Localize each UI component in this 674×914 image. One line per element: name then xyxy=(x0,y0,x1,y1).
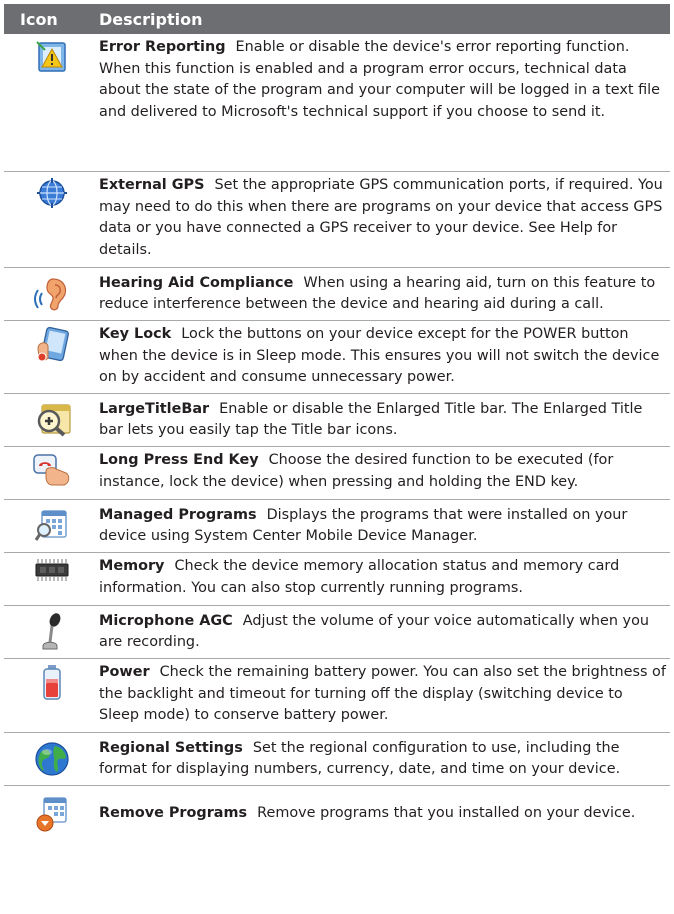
table-row: Long Press End Key Choose the desired fun… xyxy=(4,447,670,500)
setting-name: External GPS xyxy=(99,177,205,193)
table-row: Managed Programs Displays the programs th… xyxy=(4,500,670,553)
setting-name: Memory xyxy=(99,558,165,574)
row-description: Long Press End Key Choose the desired fun… xyxy=(99,447,670,496)
remove-programs-icon xyxy=(36,797,67,832)
header-icon: Icon xyxy=(20,9,58,29)
setting-name: Managed Programs xyxy=(99,506,257,523)
globe-icon xyxy=(34,742,69,776)
external-gps-icon xyxy=(36,178,67,208)
row-description: Managed Programs Displays the programs th… xyxy=(99,502,670,551)
row-description: Memory Check the device memory allocation… xyxy=(99,553,670,602)
setting-name: Regional Settings xyxy=(99,739,243,756)
setting-text: Remove programs that you installed on yo… xyxy=(257,805,636,822)
row-description: Hearing Aid Compliance When using a heari… xyxy=(99,270,670,319)
error-reporting-icon xyxy=(35,41,66,72)
row-description: Microphone AGC Adjust the volume of your … xyxy=(99,608,670,657)
row-description: Power Check the remaining battery power. … xyxy=(99,659,670,730)
table-row: Microphone AGC Adjust the volume of your … xyxy=(4,606,670,659)
large-title-bar-icon xyxy=(37,404,71,437)
memory-icon xyxy=(35,559,68,581)
setting-name: Microphone AGC xyxy=(99,612,233,629)
setting-name: Hearing Aid Compliance xyxy=(99,274,294,291)
setting-name: Key Lock xyxy=(99,326,172,342)
setting-name: Remove Programs xyxy=(99,805,248,822)
table-row: Error Reporting Enable or disable the dev… xyxy=(4,34,670,172)
table-row: Hearing Aid Compliance When using a heari… xyxy=(4,268,670,321)
row-description: Error Reporting Enable or disable the dev… xyxy=(99,34,670,126)
managed-programs-icon xyxy=(34,510,67,541)
table-header: Icon Description xyxy=(4,4,670,34)
row-description: Key Lock Lock the buttons on your device … xyxy=(99,321,670,392)
microphone-icon xyxy=(42,613,60,650)
table-row: Regional Settings Set the regional config… xyxy=(4,733,670,786)
setting-text: Check the remaining battery power. You c… xyxy=(99,664,666,723)
table-row: External GPS Set the appropriate GPS comm… xyxy=(4,172,670,268)
table-row: Power Check the remaining battery power. … xyxy=(4,659,670,733)
table-row: Memory Check the device memory allocation… xyxy=(4,553,670,606)
setting-name: Power xyxy=(99,664,150,680)
setting-name: Error Reporting xyxy=(99,39,226,55)
setting-name: LargeTitleBar xyxy=(99,400,210,417)
table-row: Remove Programs Remove programs that you … xyxy=(4,786,670,842)
table-row: LargeTitleBar Enable or disable the Enlar… xyxy=(4,394,670,447)
table-row: Key Lock Lock the buttons on your device … xyxy=(4,321,670,394)
battery-icon xyxy=(42,665,61,700)
long-press-end-key-icon xyxy=(32,454,69,486)
row-description: Regional Settings Set the regional config… xyxy=(99,735,670,784)
key-lock-icon xyxy=(36,327,69,362)
setting-text: Lock the buttons on your device except f… xyxy=(99,326,660,385)
settings-icon-table: Icon Description Error Reporting Enable o… xyxy=(4,4,670,842)
header-description: Description xyxy=(99,9,203,29)
row-description: LargeTitleBar Enable or disable the Enlar… xyxy=(99,396,670,445)
setting-text: Check the device memory allocation statu… xyxy=(99,558,620,596)
setting-name: Long Press End Key xyxy=(99,452,259,468)
row-description: Remove Programs Remove programs that you … xyxy=(99,800,670,828)
row-description: External GPS Set the appropriate GPS comm… xyxy=(99,172,670,264)
hearing-aid-icon xyxy=(33,278,66,311)
